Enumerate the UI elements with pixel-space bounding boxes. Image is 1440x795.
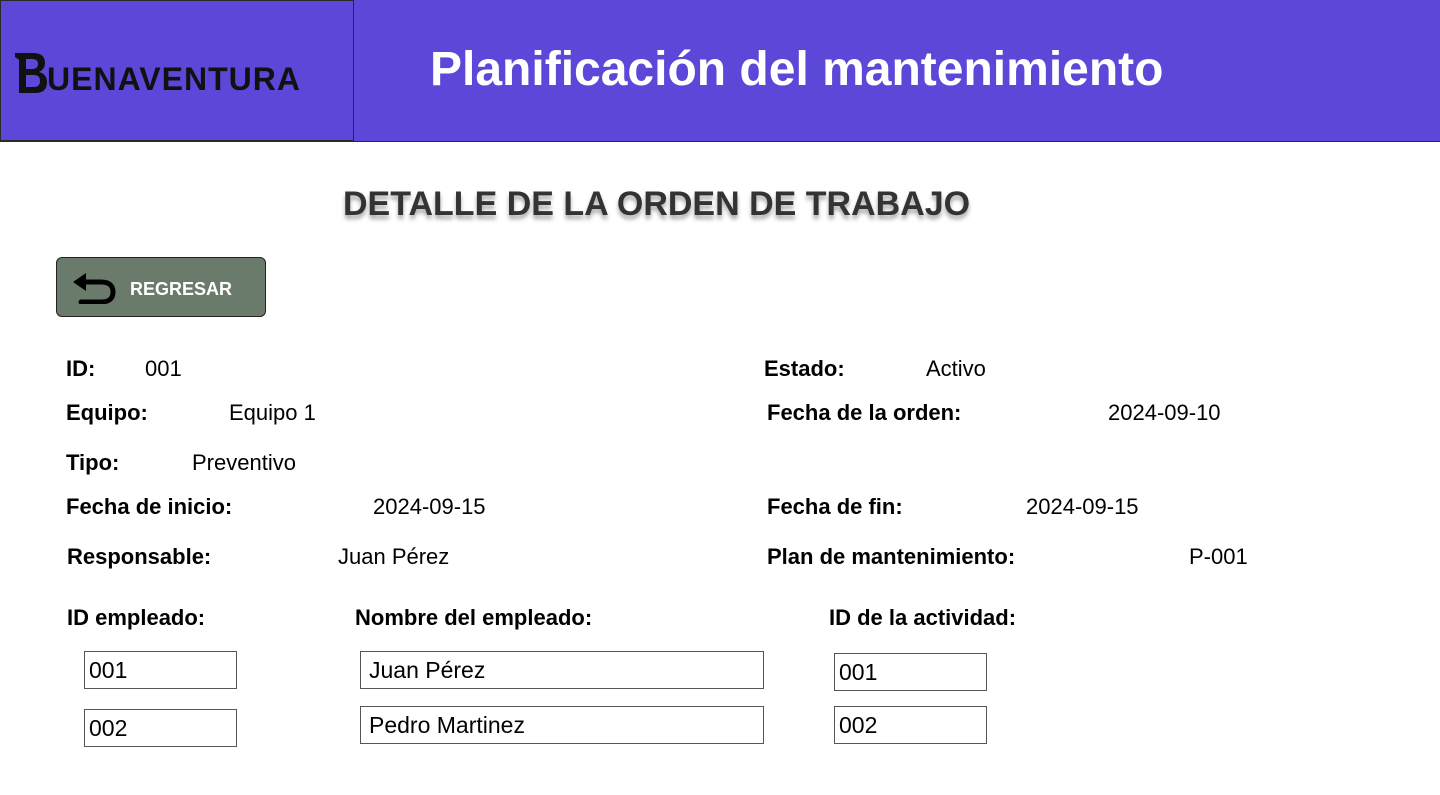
id-label: ID: bbox=[66, 356, 96, 381]
estado-label: Estado: bbox=[764, 356, 845, 381]
estado-value: Activo bbox=[926, 356, 986, 381]
back-button[interactable]: REGRESAR bbox=[56, 257, 266, 317]
responsable-label: Responsable: bbox=[67, 544, 212, 569]
fecha-inicio-value: 2024-09-15 bbox=[373, 494, 486, 519]
plan-mantenimiento-value: P-001 bbox=[1189, 544, 1248, 569]
fecha-fin-label: Fecha de fin: bbox=[767, 494, 903, 519]
id-actividad-header: ID de la actividad: bbox=[829, 605, 1017, 630]
employee-id-cell[interactable]: 002 bbox=[84, 709, 237, 747]
fecha-orden-value: 2024-09-10 bbox=[1108, 400, 1221, 425]
employee-id-cell[interactable]: 001 bbox=[84, 651, 237, 689]
employee-name-cell[interactable]: Pedro Martinez bbox=[360, 706, 764, 744]
back-button-label: REGRESAR bbox=[130, 279, 233, 299]
id-value: 001 bbox=[145, 356, 182, 381]
id-empleado-header: ID empleado: bbox=[67, 605, 206, 630]
logo: UENAVENTURA bbox=[0, 0, 354, 141]
activity-id-cell[interactable]: 001 bbox=[834, 653, 987, 691]
employee-name-cell[interactable]: Juan Pérez bbox=[360, 651, 764, 689]
equipo-label: Equipo: bbox=[66, 400, 148, 425]
page-title: DETALLE DE LA ORDEN DE TRABAJO bbox=[343, 185, 971, 223]
fecha-orden-label: Fecha de la orden: bbox=[767, 400, 962, 425]
plan-mantenimiento-label: Plan de mantenimiento: bbox=[767, 544, 1016, 569]
nombre-empleado-header: Nombre del empleado: bbox=[355, 605, 593, 630]
equipo-value: Equipo 1 bbox=[229, 400, 316, 425]
fecha-inicio-label: Fecha de inicio: bbox=[66, 494, 233, 519]
tipo-label: Tipo: bbox=[66, 450, 120, 475]
activity-id-cell[interactable]: 002 bbox=[834, 706, 987, 744]
app-title: Planificación del mantenimiento bbox=[430, 43, 1164, 96]
app-header: UENAVENTURA Planificación del mantenimie… bbox=[0, 0, 1440, 142]
tipo-value: Preventivo bbox=[192, 450, 296, 475]
responsable-value: Juan Pérez bbox=[338, 544, 450, 569]
fecha-fin-value: 2024-09-15 bbox=[1026, 494, 1139, 519]
logo-text: UENAVENTURA bbox=[47, 61, 301, 97]
undo-arrow-icon bbox=[73, 273, 116, 304]
buenaventura-logo-icon bbox=[15, 53, 47, 93]
